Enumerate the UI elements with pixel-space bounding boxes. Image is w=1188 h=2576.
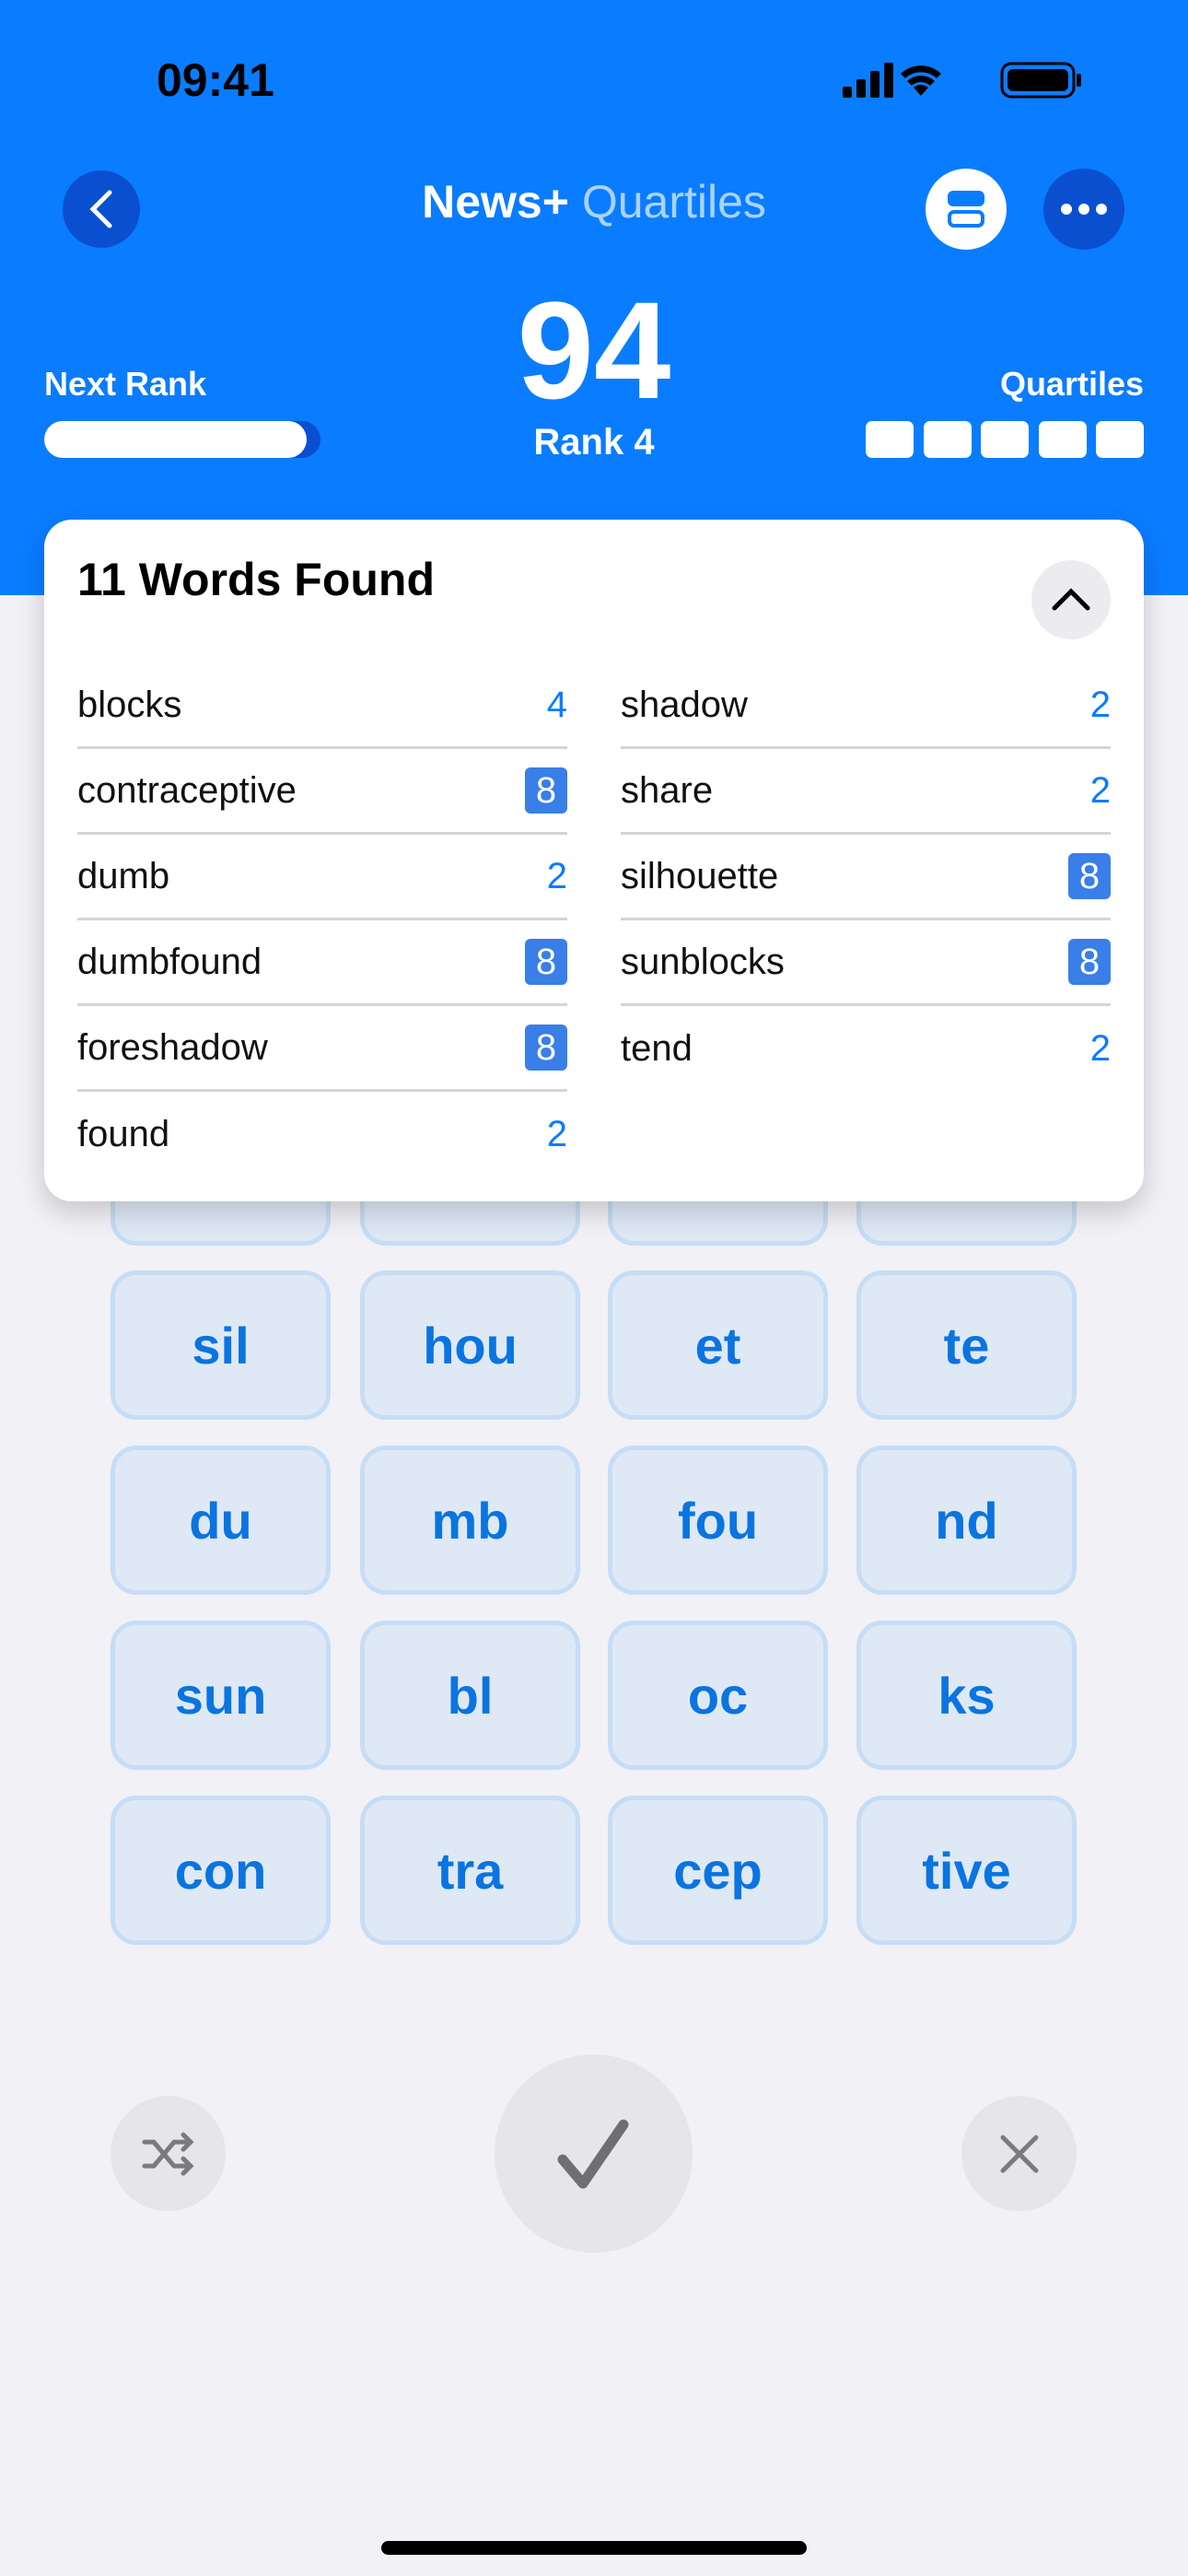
word-row: contraceptive 8 (77, 749, 567, 835)
status-time: 09:41 (157, 54, 274, 106)
signal-wifi-battery-icon (843, 62, 1081, 99)
word: share (621, 769, 714, 811)
word-points: 2 (1089, 1028, 1111, 1069)
word: foreshadow (77, 1026, 268, 1068)
word-row: tend 2 (621, 1006, 1111, 1092)
next-rank-label: Next Rank (44, 365, 207, 403)
quartile-slot (1096, 421, 1144, 458)
tile[interactable]: fou (608, 1446, 828, 1595)
checkmark-icon (557, 2119, 628, 2188)
word: dumb (77, 855, 170, 896)
word-row: sunblocks 8 (621, 920, 1111, 1006)
tile[interactable]: oc (608, 1621, 828, 1770)
word-points: 2 (546, 1114, 567, 1154)
rows-icon (948, 191, 984, 228)
tile[interactable]: tra (360, 1796, 580, 1945)
close-icon (1000, 2135, 1038, 2172)
words-found-title: 11 Words Found (77, 554, 435, 605)
tile[interactable]: sil (111, 1270, 331, 1420)
quartile-points-badge: 8 (525, 767, 567, 814)
tile[interactable]: bl (360, 1621, 580, 1770)
layout-button[interactable] (926, 169, 1007, 250)
quartile-points-badge: 8 (1068, 939, 1111, 985)
tile[interactable]: sun (111, 1621, 331, 1770)
word-row: blocks 4 (77, 663, 567, 749)
word: contraceptive (77, 769, 297, 811)
word: shadow (621, 684, 748, 725)
tile[interactable]: con (111, 1796, 331, 1945)
tile[interactable]: cep (608, 1796, 828, 1945)
tile[interactable]: et (608, 1270, 828, 1420)
collapse-button[interactable] (1031, 560, 1111, 639)
quartiles-label: Quartiles (999, 365, 1144, 403)
tile[interactable]: hou (360, 1270, 580, 1420)
word-row: dumb 2 (77, 835, 567, 920)
submit-button[interactable] (495, 2055, 693, 2253)
word: found (77, 1114, 170, 1154)
word-points: 2 (1089, 684, 1111, 725)
word-points: 2 (546, 855, 567, 896)
word: dumbfound (77, 941, 262, 982)
word-row: dumbfound 8 (77, 920, 567, 1006)
word-row: share 2 (621, 749, 1111, 835)
word: sunblocks (621, 941, 785, 982)
word-row: found 2 (77, 1092, 567, 1177)
tile[interactable]: tive (856, 1796, 1077, 1945)
more-button[interactable] (1043, 169, 1124, 250)
home-indicator[interactable] (381, 2541, 807, 2555)
word: tend (621, 1028, 693, 1069)
tile[interactable]: te (856, 1270, 1077, 1420)
chevron-up-icon (1052, 588, 1090, 611)
quartile-slot (1038, 421, 1087, 458)
tile[interactable]: du (111, 1446, 331, 1595)
game-label: Quartiles (581, 176, 766, 228)
shuffle-button[interactable] (111, 2096, 226, 2211)
word: silhouette (621, 855, 779, 896)
app-title: News+ Quartiles (0, 175, 1188, 228)
quartile-slot (981, 421, 1029, 458)
next-rank-progress (44, 421, 320, 458)
word-row: silhouette 8 (621, 835, 1111, 920)
tile[interactable]: nd (856, 1446, 1077, 1595)
ellipsis-icon (1061, 204, 1107, 215)
progress-fill (44, 421, 307, 458)
word-row: foreshadow 8 (77, 1006, 567, 1092)
quartile-points-badge: 8 (525, 1025, 567, 1071)
status-icons (843, 61, 1084, 100)
word-points: 2 (1089, 769, 1111, 811)
word: blocks (77, 684, 182, 725)
quartile-points-badge: 8 (1068, 853, 1111, 899)
brand-label: News+ (422, 176, 569, 228)
quartile-points-badge: 8 (525, 939, 567, 985)
quartile-slot (866, 421, 914, 458)
shuffle-icon (142, 2132, 194, 2175)
tile[interactable]: ks (856, 1621, 1077, 1770)
tile[interactable]: mb (360, 1446, 580, 1595)
word-points: 4 (546, 684, 567, 725)
words-found-panel: 11 Words Found blocks 4 contraceptive 8 dumb… (44, 520, 1144, 1201)
clear-button[interactable] (961, 2096, 1077, 2211)
word-row: shadow 2 (621, 663, 1111, 749)
quartile-slot (923, 421, 972, 458)
